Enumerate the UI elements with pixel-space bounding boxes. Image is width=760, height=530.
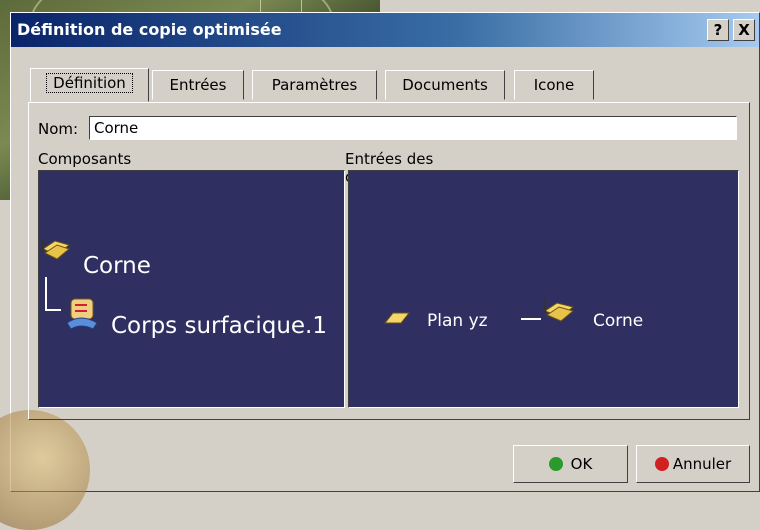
tab-icone[interactable]: Icone [514, 70, 594, 100]
ok-dot-icon [548, 457, 563, 471]
entrees-panel[interactable]: Plan yz Corne [348, 170, 739, 408]
window-title: Définition de copie optimisée [17, 20, 282, 39]
close-button[interactable]: X [733, 19, 755, 41]
ok-button[interactable]: OK [513, 445, 628, 483]
part-folder-icon [41, 239, 71, 260]
tree-root-label[interactable]: Corne [83, 253, 151, 279]
tab-definition[interactable]: Définition [30, 68, 149, 102]
entree-input-label[interactable]: Plan yz [427, 311, 488, 331]
entree-link-line [521, 318, 541, 320]
tab-documents[interactable]: Documents [385, 70, 505, 100]
plane-icon [383, 312, 411, 324]
cancel-dot-icon [654, 457, 669, 471]
cancel-button[interactable]: Annuler [636, 445, 750, 483]
composants-tree[interactable]: Corne Corps surfacique.1 [38, 170, 345, 408]
tab-entrees[interactable]: Entrées [152, 70, 244, 100]
tree-connector-h [45, 309, 61, 311]
title-bar[interactable]: Définition de copie optimisée ? X [11, 13, 759, 47]
nom-input[interactable] [89, 116, 737, 140]
nom-label: Nom: [38, 120, 79, 138]
entree-target-label[interactable]: Corne [593, 311, 643, 331]
tab-parametres[interactable]: Paramètres [252, 70, 377, 100]
tree-child-label[interactable]: Corps surfacique.1 [111, 313, 327, 339]
composants-label: Composants [38, 150, 132, 168]
tree-connector [45, 277, 47, 311]
help-button[interactable]: ? [707, 19, 729, 41]
surface-body-icon [66, 298, 98, 330]
part-folder-icon-target [543, 299, 575, 322]
